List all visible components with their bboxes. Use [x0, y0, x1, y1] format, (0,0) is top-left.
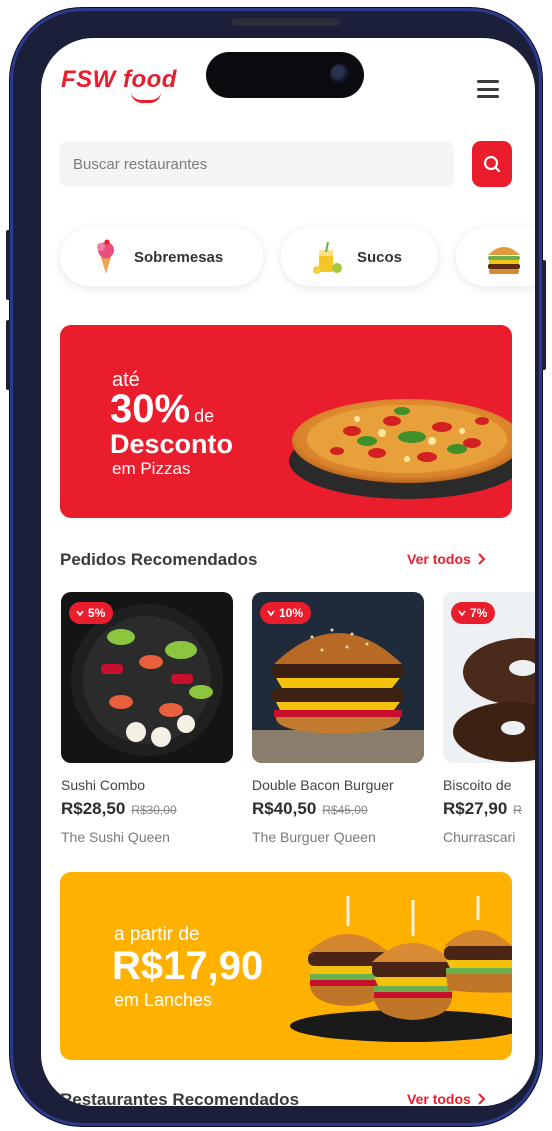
product-card-burger[interactable]: 10% Double Bacon Burguer R$40,50 R$45,00…: [252, 592, 424, 845]
section-title-restaurantes: Restaurantes Recomendados: [60, 1090, 300, 1106]
speaker-grille: [232, 18, 340, 26]
app-logo[interactable]: FSW food: [61, 66, 177, 103]
logo-text: FSW food: [61, 66, 177, 93]
product-price: R$28,50: [61, 799, 126, 818]
product-old-price: R: [513, 803, 522, 817]
product-restaurant: Churrascari: [443, 829, 516, 845]
volume-up-button: [6, 230, 10, 300]
product-name: Sushi Combo: [61, 777, 146, 793]
product-old-price: R$30,00: [131, 803, 177, 817]
product-name: Double Bacon Burguer: [252, 777, 394, 793]
category-sobremesas[interactable]: Sobremesas: [60, 228, 263, 286]
promo-line3: Desconto: [110, 429, 234, 459]
chevron-right-icon: [478, 1093, 486, 1105]
discount-badge: 7%: [451, 602, 496, 624]
category-sucos[interactable]: Sucos: [281, 228, 438, 286]
product-price: R$27,90: [443, 799, 508, 818]
promo-line3: em Lanches: [114, 990, 213, 1010]
arrow-down-icon: [458, 610, 466, 617]
product-card-sushi[interactable]: 5% Sushi Combo R$28,50 R$30,00 The Sushi…: [61, 592, 233, 845]
promo-line4: em Pizzas: [112, 459, 191, 478]
product-name: Biscoito de: [443, 777, 512, 793]
category-label: Sobremesas: [134, 248, 224, 266]
chevron-right-icon: [478, 553, 486, 565]
search-button[interactable]: [472, 141, 512, 187]
discount-badge: 5%: [69, 602, 114, 624]
section-title-pedidos: Pedidos Recomendados: [60, 550, 258, 569]
see-all-label: Ver todos: [407, 1091, 471, 1106]
hamburger-menu-icon: [477, 80, 499, 83]
volume-down-button: [6, 320, 10, 390]
product-restaurant: The Burguer Queen: [252, 829, 376, 845]
promo-percent: 30% de: [110, 387, 215, 431]
promo-banner-lanches[interactable]: a partir de R$17,90 em Lanches: [60, 872, 512, 1060]
product-old-price: R$45,00: [322, 803, 368, 817]
burgers-image: [290, 896, 512, 1042]
product-prices: R$40,50 R$45,00: [252, 799, 424, 819]
search-icon: [483, 155, 501, 173]
dynamic-island: [206, 52, 364, 98]
arrow-down-icon: [76, 610, 84, 617]
promo-price: R$17,90: [112, 944, 264, 988]
power-button: [542, 260, 546, 370]
product-image: 5%: [61, 592, 233, 763]
see-all-pedidos-link[interactable]: Ver todos: [407, 551, 486, 567]
promo-line1: a partir de: [114, 924, 200, 945]
burger-icon: [488, 247, 520, 274]
product-price: R$40,50: [252, 799, 317, 818]
product-restaurant: The Sushi Queen: [61, 829, 170, 845]
menu-button[interactable]: [477, 80, 499, 98]
app-screen: FSW food Sobremesas: [41, 38, 535, 1106]
category-lanches[interactable]: [456, 228, 535, 286]
see-all-label: Ver todos: [407, 551, 471, 567]
phone-frame: FSW food Sobremesas: [10, 8, 542, 1126]
ice-cream-icon: [97, 239, 114, 274]
juice-icon: [313, 241, 342, 274]
logo-smile-icon: [131, 92, 161, 103]
product-image: 7%: [443, 592, 535, 763]
promo-banner-pizza[interactable]: até 30% de Desconto em Pizzas: [60, 325, 512, 518]
search-input[interactable]: [59, 141, 454, 187]
category-label: Sucos: [357, 248, 403, 266]
discount-badge: 10%: [260, 602, 312, 624]
see-all-restaurantes-link[interactable]: Ver todos: [407, 1091, 486, 1106]
product-image: 10%: [252, 592, 424, 763]
arrow-down-icon: [267, 610, 275, 617]
product-card-biscoito[interactable]: 7% Biscoito de R$27,90 R Churrascari: [443, 592, 535, 845]
product-prices: R$28,50 R$30,00: [61, 799, 233, 819]
product-prices: R$27,90 R: [443, 799, 535, 819]
pizza-image: [289, 399, 512, 499]
